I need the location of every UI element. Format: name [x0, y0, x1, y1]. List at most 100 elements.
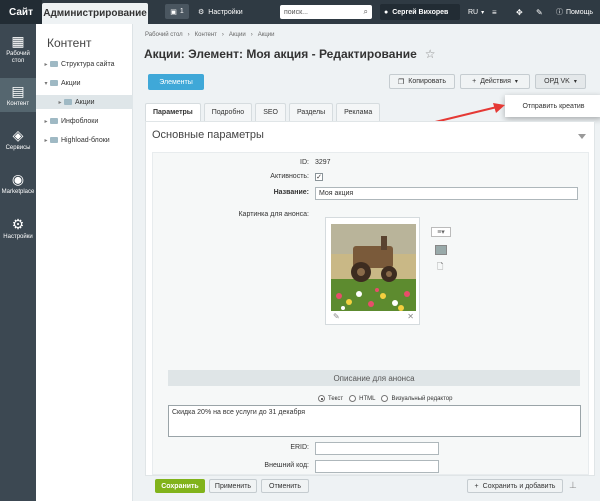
user-icon: ●	[384, 8, 389, 16]
tab-seo[interactable]: SEO	[255, 103, 286, 121]
user-name: Сергей Вихорев	[392, 8, 449, 16]
actions-label: Действия	[480, 78, 511, 85]
erid-field[interactable]	[315, 442, 439, 455]
edit-icon[interactable]: ✎	[333, 312, 340, 321]
chevron-right-icon[interactable]: ▸	[56, 99, 64, 106]
search-input[interactable]: поиск... ⌕	[280, 5, 372, 19]
nav-content[interactable]: ▤ Контент	[0, 78, 36, 112]
chevron-right-icon[interactable]: ▸	[42, 61, 50, 68]
sidebar-item-infoblocks[interactable]: ▸ Инфоблоки	[36, 114, 133, 128]
sidebar-item-label: Акции	[75, 98, 95, 106]
radio-text[interactable]	[318, 395, 325, 402]
pin-icon[interactable]: ✎	[536, 0, 543, 24]
notifications-badge[interactable]: ▣ 1	[165, 4, 189, 19]
actions-button[interactable]: + Действия ▾	[460, 74, 530, 89]
breadcrumb-separator: ›	[187, 32, 190, 38]
ord-vk-button[interactable]: ОРД VK ▾	[535, 74, 586, 89]
menu-icon[interactable]: ≡	[492, 0, 497, 24]
sidebar-item-highload[interactable]: ▸ Highload-блоки	[36, 133, 133, 147]
radio-html[interactable]	[349, 395, 357, 402]
content-sidebar: Контент ▸ Структура сайта ▾ Акции ▸ Акци…	[36, 24, 133, 501]
elements-button[interactable]: Элементы	[148, 74, 204, 90]
left-nav: ▦ Рабочий стол ▤ Контент ◈ Сервисы ◉ Mar…	[0, 24, 36, 501]
desc-textarea[interactable]: Скидка 20% на все услуги до 31 декабря	[168, 405, 581, 437]
chevron-down-icon: ▾	[481, 9, 485, 16]
tab-advertising[interactable]: Реклама	[336, 103, 381, 121]
nav-desktop-label: Рабочий стол	[6, 51, 30, 64]
save-button[interactable]: Сохранить	[155, 479, 205, 493]
help-link[interactable]: ⓘ Помощь	[556, 0, 593, 24]
tab-details[interactable]: Подробно	[203, 103, 253, 121]
admin-tab[interactable]: Администрирование	[42, 3, 148, 24]
puzzle-icon[interactable]: ✥	[516, 0, 523, 24]
active-checkbox[interactable]: ✓	[315, 173, 323, 181]
top-bar: Сайт Администрирование ▣ 1 ⚙ Настройки п…	[0, 0, 600, 24]
star-icon[interactable]: ☆	[425, 47, 436, 61]
section-title: Основные параметры	[152, 129, 264, 141]
copy-label: Копировать	[408, 78, 446, 85]
name-label: Название:	[273, 189, 309, 196]
pin-icon[interactable]: ⊥	[569, 480, 577, 491]
content-icon: ▤	[11, 83, 25, 99]
tab-sections[interactable]: Разделы	[288, 103, 334, 121]
breadcrumb: Рабочий стол › Контент › Акции › Акции	[145, 32, 274, 38]
sidebar-item-label: Структура сайта	[61, 60, 115, 68]
name-field[interactable]: Моя акция	[315, 187, 578, 200]
ord-vk-label: ОРД VK	[544, 78, 570, 85]
chevron-down-icon: ▾	[573, 79, 577, 85]
breadcrumb-item[interactable]: Акции	[258, 32, 275, 38]
services-icon: ◈	[12, 127, 24, 143]
chevron-down-icon[interactable]: ▾	[42, 80, 50, 87]
desc-type-radios: Текст HTML Визуальный редактор	[318, 395, 452, 402]
language-select[interactable]: RU ▾	[468, 0, 484, 24]
apply-button[interactable]: Применить	[209, 479, 257, 493]
erid-label: ERID:	[290, 444, 309, 451]
radio-visual[interactable]	[381, 395, 389, 402]
close-icon[interactable]: ✕	[407, 312, 414, 321]
cancel-button[interactable]: Отменить	[261, 479, 309, 493]
help-icon: ⓘ	[556, 9, 563, 16]
chevron-right-icon[interactable]: ▸	[42, 137, 50, 144]
nav-marketplace[interactable]: ◉ Marketplace	[0, 172, 36, 202]
breadcrumb-separator: ›	[250, 32, 253, 38]
nav-desktop[interactable]: ▦ Рабочий стол	[0, 34, 36, 74]
sidebar-item-promotions[interactable]: ▾ Акции	[36, 76, 133, 90]
sidebar-item-promotions-sub[interactable]: ▸ Акции	[36, 95, 133, 109]
form-footer: Сохранить Применить Отменить + Сохранить…	[145, 477, 595, 497]
collapse-icon[interactable]	[578, 134, 586, 139]
nav-settings[interactable]: ⚙ Настройки	[0, 217, 36, 247]
site-button[interactable]: Сайт	[0, 0, 42, 24]
radio-visual-label: Визуальный редактор	[391, 395, 453, 402]
image-toolbar: ✎ ✕	[331, 312, 416, 324]
tractor-image[interactable]	[331, 224, 416, 311]
plus-icon: +	[474, 482, 479, 490]
image-icon[interactable]	[435, 245, 447, 255]
breadcrumb-item[interactable]: Акции	[229, 32, 246, 38]
settings-link[interactable]: ⚙ Настройки	[198, 0, 243, 24]
search-icon[interactable]: ⌕	[364, 7, 368, 17]
tab-parameters[interactable]: Параметры	[145, 103, 201, 121]
menu-icon[interactable]: ≡▾	[431, 227, 451, 237]
notifications-count: 1	[179, 8, 184, 15]
form-tabs: Параметры Подробно SEO Разделы Реклама	[145, 103, 381, 121]
desc-header: Описание для анонса	[168, 370, 580, 386]
sidebar-item-label: Highload-блоки	[61, 136, 110, 144]
ext-code-field[interactable]	[315, 460, 439, 473]
radio-html-label: HTML	[359, 395, 376, 402]
send-creative-menu-item[interactable]: Отправить креатив	[505, 95, 600, 117]
save-add-label: Сохранить и добавить	[482, 482, 556, 490]
save-add-button[interactable]: + Сохранить и добавить	[467, 479, 563, 493]
breadcrumb-item[interactable]: Рабочий стол	[145, 32, 183, 38]
user-menu[interactable]: ● Сергей Вихорев	[380, 4, 460, 20]
copy-button[interactable]: ❐ Копировать	[389, 74, 455, 89]
chevron-right-icon[interactable]: ▸	[42, 118, 50, 125]
sidebar-item-site-structure[interactable]: ▸ Структура сайта	[36, 57, 133, 71]
folder-icon	[50, 61, 58, 67]
main-params-panel: Основные параметры ID: 3297 Активность: …	[145, 121, 595, 476]
nav-services[interactable]: ◈ Сервисы	[0, 128, 36, 158]
page-title: Акции: Элемент: Моя акция - Редактирован…	[144, 47, 417, 61]
breadcrumb-item[interactable]: Контент	[195, 32, 217, 38]
gear-icon: ⚙	[11, 216, 25, 232]
file-icon[interactable]: 🗋	[437, 261, 443, 275]
nav-marketplace-label: Marketplace	[1, 189, 35, 195]
